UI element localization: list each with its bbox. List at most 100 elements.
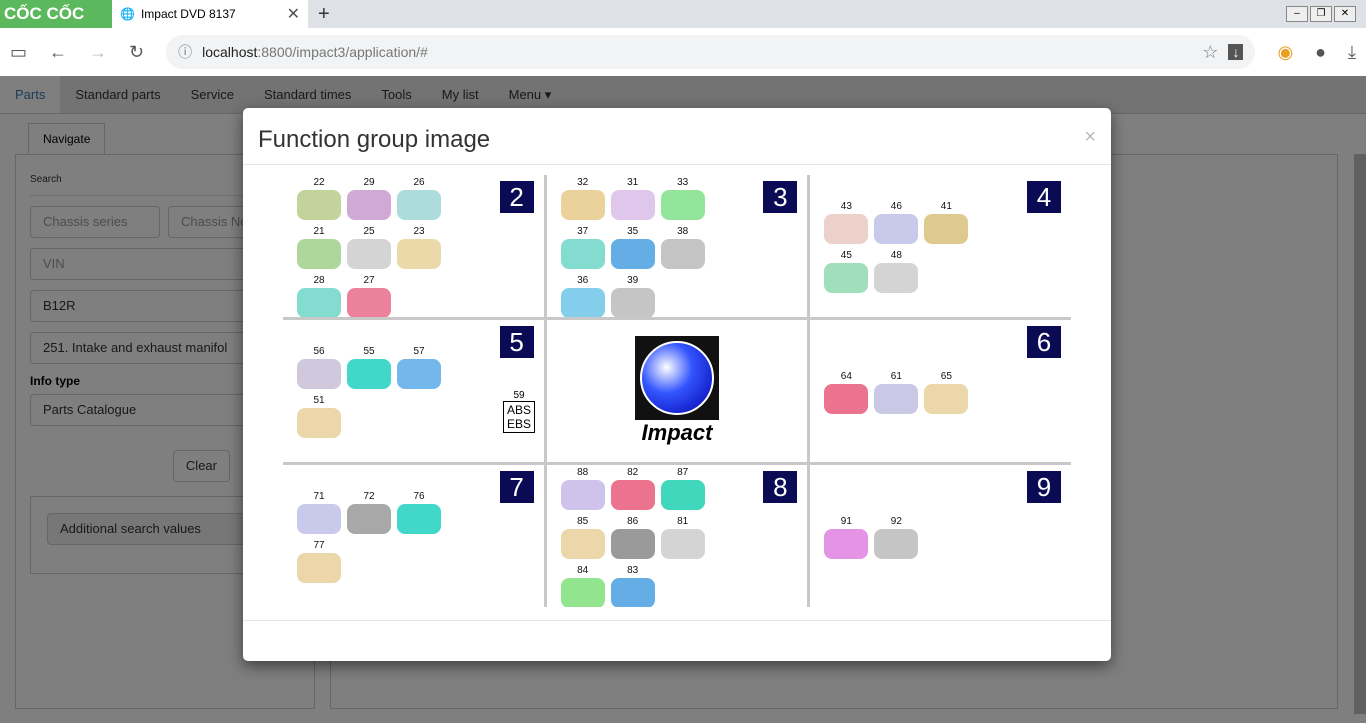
parts-illustration: 43 46 41 45 48 [824, 185, 1015, 309]
part-callout: 71 [297, 491, 341, 534]
part-number: 51 [313, 395, 325, 406]
address-bar[interactable]: ⓘ localhost:8800/impact3/application/# ☆… [166, 35, 1256, 69]
part-callout: 33 [660, 176, 705, 220]
impact-logo: Impact [634, 336, 719, 446]
part-image [397, 504, 441, 534]
part-image [560, 479, 605, 510]
part-number: 27 [363, 274, 375, 286]
part-image [924, 383, 969, 414]
part-image [560, 528, 605, 559]
part-number: 85 [577, 515, 589, 527]
part-callout: 87 [660, 467, 705, 510]
star-icon[interactable]: ☆ [1202, 42, 1218, 63]
part-image [347, 287, 391, 317]
part-number: 28 [313, 274, 325, 286]
part-number: 88 [577, 466, 589, 478]
part-callout: 72 [347, 491, 391, 534]
part-number: 33 [677, 176, 689, 188]
group-number-badge: 6 [1026, 326, 1061, 358]
ebs-label: EBS [507, 417, 532, 431]
part-callout: 86 [610, 516, 655, 559]
part-callout: 46 [874, 201, 919, 244]
group-number-badge: 7 [499, 471, 534, 503]
function-group-5[interactable]: 56 55 57 51 59 ABS EBS 5 [283, 320, 544, 462]
part-number: 76 [413, 491, 425, 502]
part-number: 29 [363, 176, 375, 188]
impact-logo-cell[interactable]: Impact [546, 320, 808, 462]
part-image [660, 528, 705, 559]
part-callout: 38 [660, 226, 705, 269]
part-callout: 23 [397, 226, 441, 269]
group-number-badge: 4 [1026, 181, 1061, 213]
part-number: 71 [313, 491, 325, 502]
part-callout: 65 [924, 371, 969, 414]
function-group-8[interactable]: 88 82 87 85 86 81 84 83 8 [546, 465, 808, 607]
part-number: 55 [363, 346, 375, 357]
close-icon[interactable]: × [1084, 126, 1096, 149]
part-number: 26 [413, 176, 425, 188]
sidebar-icon[interactable]: ▭ [10, 42, 27, 63]
part-image [874, 383, 919, 414]
part-number: 61 [890, 370, 902, 382]
part-image [824, 383, 869, 414]
part-callout: 32 [560, 176, 605, 220]
forward-icon[interactable]: → [89, 42, 107, 63]
part-callout: 43 [824, 201, 869, 244]
group-number-badge: 5 [499, 326, 534, 358]
part-callout: 45 [824, 250, 869, 293]
part-callout: 28 [297, 274, 341, 317]
part-callout: 84 [560, 564, 605, 607]
part-number: 83 [627, 564, 639, 576]
part-image [824, 214, 869, 244]
download-page-icon[interactable]: ↓ [1228, 44, 1244, 60]
parts-illustration: 22 29 26 21 25 23 28 27 [297, 177, 488, 317]
abs-label: ABS [507, 403, 532, 417]
group-number-badge: 8 [763, 471, 798, 503]
part-number: 45 [840, 250, 852, 261]
restore-button[interactable]: ❐ [1310, 6, 1332, 22]
part-image [347, 504, 391, 534]
function-group-7[interactable]: 71 72 76 77 7 [283, 465, 544, 607]
close-tab-icon[interactable]: ✕ [287, 4, 300, 24]
part-number: 46 [890, 201, 902, 212]
part-number: 31 [627, 176, 639, 188]
function-group-9[interactable]: 91 92 9 [810, 465, 1071, 607]
part-image [347, 189, 391, 220]
minimize-button[interactable]: – [1286, 6, 1308, 22]
part-callout: 51 [297, 395, 341, 438]
part-number: 77 [313, 540, 325, 551]
part-callout: 61 [874, 370, 919, 414]
part-image [660, 238, 705, 269]
part-image [610, 189, 655, 220]
part-number: 32 [577, 176, 589, 188]
brand-text: CỐC CỐC [4, 4, 85, 23]
new-tab-button[interactable]: + [318, 3, 330, 26]
browser-tab[interactable]: 🌐 Impact DVD 8137 ✕ [112, 0, 308, 28]
part-image [397, 189, 441, 220]
extension-icon[interactable]: ◉ [1277, 42, 1293, 63]
reload-icon[interactable]: ↻ [129, 42, 144, 63]
part-image [297, 287, 341, 317]
modal-title: Function group image [258, 126, 491, 153]
globe-favicon-icon: 🌐 [120, 7, 135, 21]
function-group-4[interactable]: 43 46 41 45 48 4 [810, 175, 1071, 317]
info-icon[interactable]: ⓘ [178, 42, 192, 62]
part-callout: 39 [610, 274, 655, 317]
part-number: 64 [840, 370, 852, 382]
part-callout: 55 [347, 346, 391, 389]
modal-footer [243, 620, 1111, 621]
downloads-icon[interactable]: ⤓ [1348, 42, 1356, 63]
part-number: 39 [627, 274, 639, 286]
browser-logo[interactable]: CỐC CỐC [0, 0, 112, 28]
part-image [610, 287, 655, 317]
globe-icon [634, 336, 719, 420]
function-group-6[interactable]: 64 61 65 6 [810, 320, 1071, 462]
part-number: 84 [577, 564, 589, 576]
part-image [874, 214, 919, 244]
close-window-button[interactable]: ✕ [1334, 6, 1356, 22]
part-image [560, 189, 605, 220]
function-group-2[interactable]: 22 29 26 21 25 23 28 27 2 [283, 175, 544, 317]
function-group-3[interactable]: 32 31 33 37 35 38 36 39 3 [546, 175, 808, 317]
back-icon[interactable]: ← [49, 42, 67, 63]
account-icon[interactable]: ● [1315, 42, 1326, 63]
